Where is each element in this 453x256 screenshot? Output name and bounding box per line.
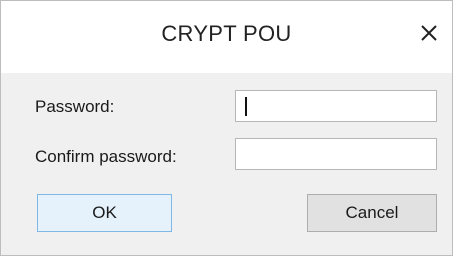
- dialog-title: CRYPT POU: [161, 21, 292, 46]
- confirm-password-input[interactable]: [236, 139, 436, 169]
- close-button[interactable]: [415, 19, 443, 47]
- title-bar: CRYPT POU: [1, 1, 452, 73]
- password-field[interactable]: [235, 90, 437, 122]
- confirm-password-label: Confirm password:: [35, 147, 177, 166]
- confirm-password-field[interactable]: [235, 138, 437, 170]
- crypt-pou-dialog: CRYPT POU Password: Confirm password: OK…: [0, 0, 453, 256]
- password-input[interactable]: [236, 91, 436, 121]
- cancel-button[interactable]: Cancel: [307, 194, 437, 232]
- password-label: Password:: [35, 97, 115, 116]
- close-icon: [421, 25, 437, 41]
- ok-button[interactable]: OK: [37, 194, 172, 232]
